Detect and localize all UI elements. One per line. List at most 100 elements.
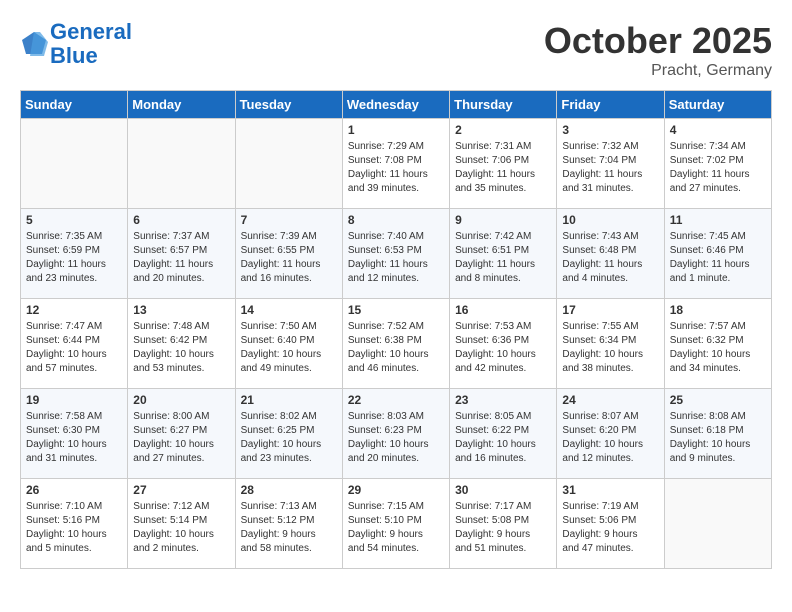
calendar-cell: 4 Sunrise: 7:34 AM Sunset: 7:02 PM Daylig… (664, 119, 771, 209)
calendar-week-row: 26 Sunrise: 7:10 AM Sunset: 5:16 PM Dayli… (21, 479, 772, 569)
day-number: 28 (241, 483, 337, 497)
day-info: Sunrise: 7:43 AM Sunset: 6:48 PM Dayligh… (562, 230, 658, 286)
day-info: Sunrise: 7:31 AM Sunset: 7:06 PM Dayligh… (455, 140, 551, 196)
calendar-cell: 6 Sunrise: 7:37 AM Sunset: 6:57 PM Daylig… (128, 209, 235, 299)
day-info: Sunrise: 7:47 AM Sunset: 6:44 PM Dayligh… (26, 320, 122, 376)
logo-general: General (50, 19, 132, 44)
day-number: 16 (455, 303, 551, 317)
day-info: Sunrise: 7:42 AM Sunset: 6:51 PM Dayligh… (455, 230, 551, 286)
day-info: Sunrise: 7:13 AM Sunset: 5:12 PM Dayligh… (241, 500, 337, 556)
weekday-header: Wednesday (342, 91, 449, 119)
day-number: 21 (241, 393, 337, 407)
weekday-header: Saturday (664, 91, 771, 119)
page-header: General Blue October 2025 Pracht, German… (20, 20, 772, 80)
weekday-header: Thursday (450, 91, 557, 119)
day-number: 7 (241, 213, 337, 227)
calendar-cell: 29 Sunrise: 7:15 AM Sunset: 5:10 PM Dayli… (342, 479, 449, 569)
day-info: Sunrise: 7:12 AM Sunset: 5:14 PM Dayligh… (133, 500, 229, 556)
day-number: 24 (562, 393, 658, 407)
calendar-cell: 2 Sunrise: 7:31 AM Sunset: 7:06 PM Daylig… (450, 119, 557, 209)
calendar-cell: 22Sunrise: 8:03 AM Sunset: 6:23 PM Dayli… (342, 389, 449, 479)
day-info: Sunrise: 7:34 AM Sunset: 7:02 PM Dayligh… (670, 140, 766, 196)
day-info: Sunrise: 7:58 AM Sunset: 6:30 PM Dayligh… (26, 410, 122, 466)
day-number: 29 (348, 483, 444, 497)
calendar-cell: 10 Sunrise: 7:43 AM Sunset: 6:48 PM Dayli… (557, 209, 664, 299)
day-number: 5 (26, 213, 122, 227)
day-number: 6 (133, 213, 229, 227)
calendar-cell: 21 Sunrise: 8:02 AM Sunset: 6:25 PM Dayli… (235, 389, 342, 479)
day-number: 18 (670, 303, 766, 317)
weekday-header-row: SundayMondayTuesdayWednesdayThursdayFrid… (21, 91, 772, 119)
calendar-cell: 17Sunrise: 7:55 AM Sunset: 6:34 PM Dayli… (557, 299, 664, 389)
weekday-header: Friday (557, 91, 664, 119)
day-number: 27 (133, 483, 229, 497)
day-info: Sunrise: 7:29 AM Sunset: 7:08 PM Dayligh… (348, 140, 444, 196)
day-number: 20 (133, 393, 229, 407)
calendar-cell: 18 Sunrise: 7:57 AM Sunset: 6:32 PM Dayli… (664, 299, 771, 389)
day-info: Sunrise: 7:45 AM Sunset: 6:46 PM Dayligh… (670, 230, 766, 286)
day-number: 14 (241, 303, 337, 317)
day-number: 13 (133, 303, 229, 317)
logo-blue: Blue (50, 43, 98, 68)
calendar-cell: 3 Sunrise: 7:32 AM Sunset: 7:04 PM Daylig… (557, 119, 664, 209)
day-info: Sunrise: 7:39 AM Sunset: 6:55 PM Dayligh… (241, 230, 337, 286)
calendar-cell: 19 Sunrise: 7:58 AM Sunset: 6:30 PM Dayli… (21, 389, 128, 479)
day-info: Sunrise: 7:15 AM Sunset: 5:10 PM Dayligh… (348, 500, 444, 556)
day-number: 8 (348, 213, 444, 227)
calendar-cell: 23Sunrise: 8:05 AM Sunset: 6:22 PM Dayli… (450, 389, 557, 479)
day-info: Sunrise: 7:50 AM Sunset: 6:40 PM Dayligh… (241, 320, 337, 376)
calendar-cell: 14 Sunrise: 7:50 AM Sunset: 6:40 PM Dayli… (235, 299, 342, 389)
day-number: 4 (670, 123, 766, 137)
calendar-cell: 31Sunrise: 7:19 AM Sunset: 5:06 PM Dayli… (557, 479, 664, 569)
day-number: 23 (455, 393, 551, 407)
day-number: 19 (26, 393, 122, 407)
day-number: 30 (455, 483, 551, 497)
day-number: 15 (348, 303, 444, 317)
calendar-cell: 27 Sunrise: 7:12 AM Sunset: 5:14 PM Dayli… (128, 479, 235, 569)
calendar-cell: 8 Sunrise: 7:40 AM Sunset: 6:53 PM Daylig… (342, 209, 449, 299)
calendar-cell: 12 Sunrise: 7:47 AM Sunset: 6:44 PM Dayli… (21, 299, 128, 389)
calendar-cell: 13 Sunrise: 7:48 AM Sunset: 6:42 PM Dayli… (128, 299, 235, 389)
day-number: 31 (562, 483, 658, 497)
calendar-cell (128, 119, 235, 209)
weekday-header: Tuesday (235, 91, 342, 119)
calendar-cell (21, 119, 128, 209)
month-title: October 2025 (544, 20, 772, 62)
day-info: Sunrise: 7:17 AM Sunset: 5:08 PM Dayligh… (455, 500, 551, 556)
calendar-cell: 16 Sunrise: 7:53 AM Sunset: 6:36 PM Dayli… (450, 299, 557, 389)
day-info: Sunrise: 7:10 AM Sunset: 5:16 PM Dayligh… (26, 500, 122, 556)
calendar-cell: 26 Sunrise: 7:10 AM Sunset: 5:16 PM Dayli… (21, 479, 128, 569)
day-info: Sunrise: 7:40 AM Sunset: 6:53 PM Dayligh… (348, 230, 444, 286)
day-info: Sunrise: 7:37 AM Sunset: 6:57 PM Dayligh… (133, 230, 229, 286)
day-number: 9 (455, 213, 551, 227)
calendar-cell: 5Sunrise: 7:35 AM Sunset: 6:59 PM Daylig… (21, 209, 128, 299)
day-info: Sunrise: 8:07 AM Sunset: 6:20 PM Dayligh… (562, 410, 658, 466)
day-number: 3 (562, 123, 658, 137)
day-info: Sunrise: 8:02 AM Sunset: 6:25 PM Dayligh… (241, 410, 337, 466)
day-number: 26 (26, 483, 122, 497)
day-info: Sunrise: 7:48 AM Sunset: 6:42 PM Dayligh… (133, 320, 229, 376)
day-number: 10 (562, 213, 658, 227)
weekday-header: Sunday (21, 91, 128, 119)
calendar-cell: 20Sunrise: 8:00 AM Sunset: 6:27 PM Dayli… (128, 389, 235, 479)
day-info: Sunrise: 8:03 AM Sunset: 6:23 PM Dayligh… (348, 410, 444, 466)
day-info: Sunrise: 7:32 AM Sunset: 7:04 PM Dayligh… (562, 140, 658, 196)
calendar-cell: 1Sunrise: 7:29 AM Sunset: 7:08 PM Daylig… (342, 119, 449, 209)
calendar-cell: 9 Sunrise: 7:42 AM Sunset: 6:51 PM Daylig… (450, 209, 557, 299)
day-number: 11 (670, 213, 766, 227)
calendar-cell: 24 Sunrise: 8:07 AM Sunset: 6:20 PM Dayli… (557, 389, 664, 479)
weekday-header: Monday (128, 91, 235, 119)
calendar-cell (664, 479, 771, 569)
day-number: 2 (455, 123, 551, 137)
calendar-cell: 28 Sunrise: 7:13 AM Sunset: 5:12 PM Dayli… (235, 479, 342, 569)
day-info: Sunrise: 7:52 AM Sunset: 6:38 PM Dayligh… (348, 320, 444, 376)
calendar-table: SundayMondayTuesdayWednesdayThursdayFrid… (20, 90, 772, 569)
calendar-cell: 7 Sunrise: 7:39 AM Sunset: 6:55 PM Daylig… (235, 209, 342, 299)
day-info: Sunrise: 7:57 AM Sunset: 6:32 PM Dayligh… (670, 320, 766, 376)
calendar-cell: 30 Sunrise: 7:17 AM Sunset: 5:08 PM Dayli… (450, 479, 557, 569)
day-number: 17 (562, 303, 658, 317)
title-block: October 2025 Pracht, Germany (544, 20, 772, 80)
calendar-week-row: 5Sunrise: 7:35 AM Sunset: 6:59 PM Daylig… (21, 209, 772, 299)
day-number: 12 (26, 303, 122, 317)
day-info: Sunrise: 7:53 AM Sunset: 6:36 PM Dayligh… (455, 320, 551, 376)
